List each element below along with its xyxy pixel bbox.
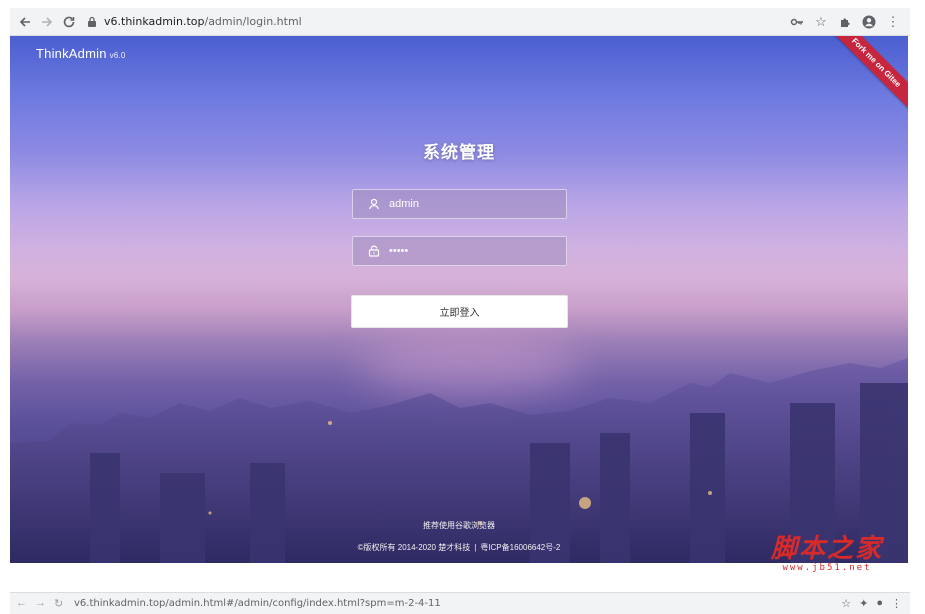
password-input[interactable] (389, 245, 549, 257)
login-button[interactable]: 立即登入 (351, 295, 568, 328)
back-icon[interactable]: ← (16, 597, 27, 610)
lock-icon (86, 16, 98, 28)
star-icon[interactable]: ☆ (812, 13, 830, 31)
profile-icon[interactable] (860, 13, 878, 31)
lock-icon (363, 240, 385, 262)
back-icon[interactable] (14, 11, 36, 33)
watermark-sub: www.jb51.net (782, 563, 872, 573)
key-icon[interactable] (788, 13, 806, 31)
star-icon[interactable]: ☆ (841, 597, 851, 610)
fork-ribbon[interactable]: Fork me on Gitee (828, 36, 908, 116)
brand-logo[interactable]: ThinkAdmin v6.0 (36, 46, 126, 61)
menu-icon[interactable]: ⋮ (891, 597, 902, 610)
extensions-icon[interactable] (836, 13, 854, 31)
fork-ribbon-label[interactable]: Fork me on Gitee (828, 36, 908, 112)
second-browser-toolbar: ← → ↻ v6.thinkadmin.top/admin.html#/admi… (10, 592, 910, 614)
profile-icon[interactable]: ● (876, 597, 883, 610)
brand-name: ThinkAdmin (36, 46, 107, 61)
second-url[interactable]: v6.thinkadmin.top/admin.html#/admin/conf… (74, 598, 441, 609)
username-field[interactable] (352, 189, 567, 219)
page-viewport: ThinkAdminv6.0 Fork me on Gitee 系统管理 立即登… (10, 36, 908, 563)
password-field[interactable] (352, 236, 567, 266)
forward-icon[interactable] (36, 11, 58, 33)
login-title: 系统管理 (423, 143, 495, 162)
reload-icon[interactable]: ↻ (54, 597, 63, 610)
icp-link[interactable]: 粤ICP备16006642号-2 (480, 543, 560, 552)
reload-icon[interactable] (58, 11, 80, 33)
menu-icon[interactable]: ⋮ (884, 13, 902, 31)
brand-version: v6.0 (109, 51, 126, 60)
browser-toolbar: v6.thinkadmin.top/admin/login.html ☆ ⋮ (10, 8, 910, 36)
extensions-icon[interactable]: ✦ (859, 597, 868, 610)
forward-icon[interactable]: → (35, 597, 46, 610)
separator: | (474, 543, 477, 552)
url-host: v6.thinkadmin.top (104, 15, 205, 28)
username-input[interactable] (389, 198, 549, 210)
copyright-text: ©版权所有 2014-2020 楚才科技 (357, 543, 471, 552)
user-icon (363, 193, 385, 215)
url-path: /admin/login.html (204, 15, 302, 28)
address-bar[interactable]: v6.thinkadmin.top/admin/login.html (86, 11, 782, 33)
watermark: 脚本之家 www.jb51.net (771, 528, 883, 573)
watermark-main: 脚本之家 (770, 534, 883, 564)
